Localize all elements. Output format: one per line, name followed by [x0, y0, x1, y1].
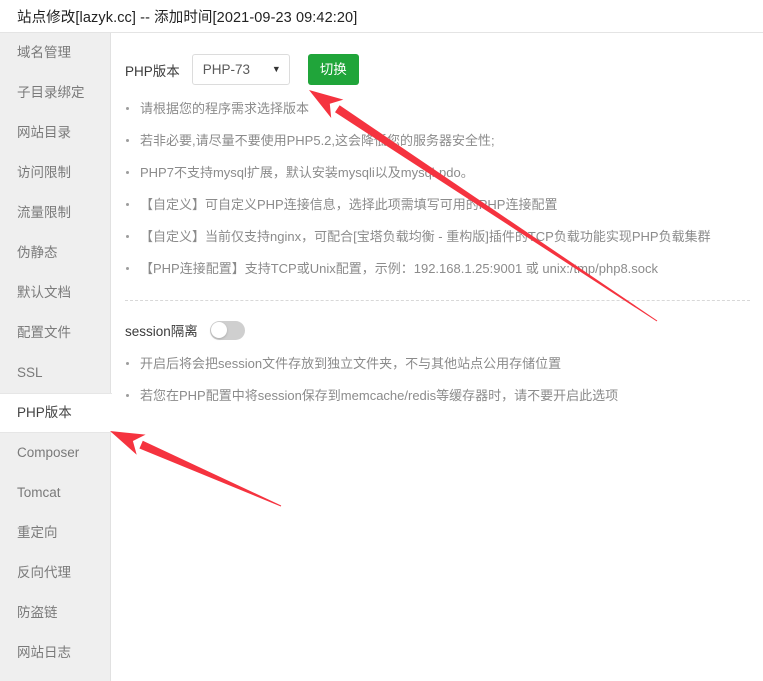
php-tip-1: 请根据您的程序需求选择版本: [112, 101, 763, 117]
session-tips-list: 开启后将会把session文件存放到独立文件夹，不与其他站点公用存储位置若您在P…: [112, 356, 763, 404]
sidebar-item-label: PHP版本: [17, 405, 72, 420]
session-isolation-label: session隔离: [125, 320, 198, 340]
chevron-down-icon: ▼: [272, 65, 281, 74]
sidebar-item-label: 网站目录: [17, 125, 71, 140]
sidebar-item-1[interactable]: 域名管理: [0, 33, 110, 73]
php-tip-4: 【自定义】可自定义PHP连接信息，选择此项需填写可用的PHP连接配置: [112, 197, 763, 213]
sidebar-item-6[interactable]: 伪静态: [0, 233, 110, 273]
sidebar-item-15[interactable]: 防盗链: [0, 593, 110, 633]
sidebar-item-label: SSL: [17, 365, 43, 380]
sidebar-item-label: 默认文档: [17, 285, 71, 300]
sidebar-item-label: 网站日志: [17, 645, 71, 660]
php-version-label: PHP版本: [125, 60, 180, 80]
sidebar-item-8[interactable]: 配置文件: [0, 313, 110, 353]
sidebar-item-label: 伪静态: [17, 245, 58, 260]
sidebar-item-14[interactable]: 反向代理: [0, 553, 110, 593]
sidebar-item-label: 防盗链: [17, 605, 58, 620]
session-isolation-toggle[interactable]: [210, 321, 245, 340]
session-tip-2: 若您在PHP配置中将session保存到memcache/redis等缓存器时，…: [112, 388, 763, 404]
session-tip-1: 开启后将会把session文件存放到独立文件夹，不与其他站点公用存储位置: [112, 356, 763, 372]
php-tip-2: 若非必要,请尽量不要使用PHP5.2,这会降低您的服务器安全性;: [112, 133, 763, 149]
sidebar-item-4[interactable]: 访问限制: [0, 153, 110, 193]
sidebar-item-12[interactable]: Tomcat: [0, 473, 110, 513]
window-header: 站点修改[lazyk.cc] -- 添加时间[2021-09-23 09:42:…: [0, 0, 763, 33]
switch-button[interactable]: 切换: [308, 54, 359, 85]
sidebar-item-2[interactable]: 子目录绑定: [0, 73, 110, 113]
sidebar-item-label: 配置文件: [17, 325, 71, 340]
sidebar-item-label: 重定向: [17, 525, 58, 540]
php-version-select[interactable]: PHP-73 ▼: [192, 54, 290, 85]
sidebar-item-3[interactable]: 网站目录: [0, 113, 110, 153]
php-tip-6: 【PHP连接配置】支持TCP或Unix配置，示例：192.168.1.25:90…: [112, 261, 763, 277]
main-content: PHP版本 PHP-73 ▼ 切换 请根据您的程序需求选择版本若非必要,请尽量不…: [112, 33, 763, 681]
sidebar-item-label: 流量限制: [17, 205, 71, 220]
page-title: 站点修改[lazyk.cc] -- 添加时间[2021-09-23 09:42:…: [0, 6, 357, 27]
sidebar-item-label: 子目录绑定: [17, 85, 85, 100]
sidebar-item-label: Tomcat: [17, 485, 61, 500]
sidebar-item-5[interactable]: 流量限制: [0, 193, 110, 233]
php-tip-5: 【自定义】当前仅支持nginx，可配合[宝塔负载均衡 - 重构版]插件的TCP负…: [112, 229, 763, 245]
sidebar-nav: 域名管理子目录绑定网站目录访问限制流量限制伪静态默认文档配置文件 SSL PHP版本…: [0, 33, 111, 681]
sidebar-item-label: 反向代理: [17, 565, 71, 580]
php-version-selected-value: PHP-73: [203, 62, 272, 77]
php-tip-3: PHP7不支持mysql扩展，默认安装mysqli以及mysql-pdo。: [112, 165, 763, 181]
sidebar-item-label: Composer: [17, 445, 79, 460]
sidebar-item-9[interactable]: SSL: [0, 353, 110, 393]
sidebar-item-label: 域名管理: [17, 45, 71, 60]
sidebar-item-label: 访问限制: [17, 165, 71, 180]
toggle-knob: [211, 322, 227, 338]
sidebar-item-10[interactable]: PHP版本: [0, 393, 112, 433]
sidebar-item-11[interactable]: Composer: [0, 433, 110, 473]
sidebar-item-13[interactable]: 重定向: [0, 513, 110, 553]
session-isolation-row: session隔离: [112, 301, 763, 340]
php-version-row: PHP版本 PHP-73 ▼ 切换: [112, 33, 763, 85]
php-tips-list: 请根据您的程序需求选择版本若非必要,请尽量不要使用PHP5.2,这会降低您的服务…: [112, 101, 763, 277]
sidebar-item-16[interactable]: 网站日志: [0, 633, 110, 673]
sidebar-item-7[interactable]: 默认文档: [0, 273, 110, 313]
